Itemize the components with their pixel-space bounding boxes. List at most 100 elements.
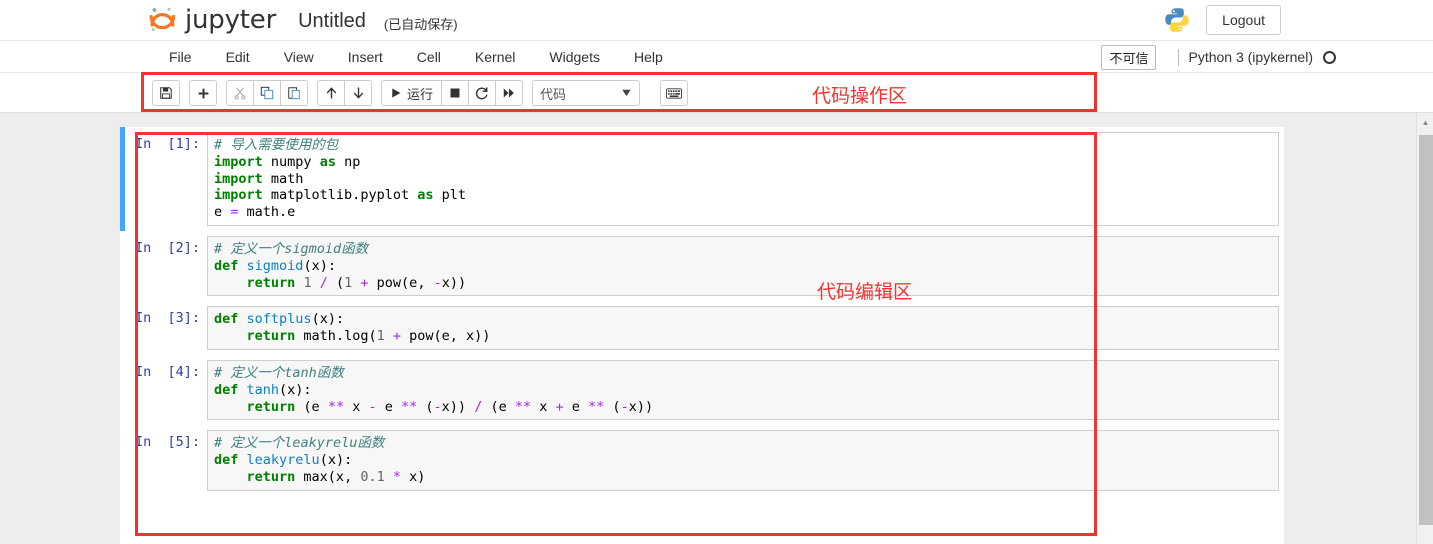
- cell-code-editor[interactable]: def softplus(x): return math.log(1 + pow…: [207, 306, 1279, 350]
- notebook-toolbar: 运行 代码 ▼: [152, 79, 697, 107]
- code-token: (: [417, 399, 433, 415]
- notebook-cell[interactable]: In [1]:# 导入需要使用的包import numpy as npimpor…: [120, 127, 1284, 231]
- toolbar-group-palette: [660, 80, 688, 106]
- brand-name[interactable]: jupyter: [185, 5, 276, 35]
- code-token: max(x,: [295, 469, 360, 485]
- command-palette-button[interactable]: [660, 80, 688, 106]
- menu-item-widgets[interactable]: Widgets: [532, 41, 617, 73]
- cell-code-editor[interactable]: # 定义一个tanh函数def tanh(x): return (e ** x …: [207, 360, 1279, 420]
- code-token: **: [588, 399, 604, 415]
- code-token: sigmoid: [247, 258, 304, 274]
- cell-code-editor[interactable]: # 定义一个leakyrelu函数def leakyrelu(x): retur…: [207, 430, 1279, 490]
- menu-item-cell[interactable]: Cell: [400, 41, 458, 73]
- notebook-cell[interactable]: In [4]:# 定义一个tanh函数def tanh(x): return (…: [120, 355, 1284, 425]
- code-token: [238, 382, 246, 398]
- copy-cell-button[interactable]: [253, 80, 281, 106]
- app-header: jupyter Untitled (已自动保存) Logout: [0, 0, 1433, 41]
- cell-type-select[interactable]: 代码 ▼: [532, 80, 640, 106]
- code-token: [214, 275, 247, 291]
- code-token: # 导入需要使用的包: [214, 137, 338, 153]
- menu-item-help[interactable]: Help: [617, 41, 680, 73]
- play-triangle-icon: [390, 87, 402, 99]
- code-token: math.e: [238, 204, 295, 220]
- code-token: import: [214, 171, 263, 187]
- menu-bar: File Edit View Insert Cell Kernel Widget…: [0, 41, 1433, 73]
- code-token: return: [247, 469, 296, 485]
- menubar-right-area: 不可信 Python 3 (ipykernel): [1101, 41, 1336, 73]
- code-token: -: [434, 275, 442, 291]
- run-button-label: 运行: [407, 84, 433, 103]
- cell-selected-indicator: [120, 127, 125, 231]
- code-token: math.log(: [295, 328, 376, 344]
- code-token: x: [531, 399, 555, 415]
- toolbar-region: 运行 代码 ▼: [0, 73, 1433, 113]
- code-token: **: [328, 399, 344, 415]
- code-token: -: [368, 399, 376, 415]
- code-line: import matplotlib.pyplot as plt: [214, 187, 1274, 204]
- copy-icon: [260, 86, 274, 100]
- cell-code-editor[interactable]: # 导入需要使用的包import numpy as npimport mathi…: [207, 132, 1279, 226]
- code-line: def softplus(x):: [214, 311, 1274, 328]
- fast-forward-icon: [502, 87, 516, 99]
- vertical-scrollbar[interactable]: ▲: [1416, 113, 1433, 544]
- restart-and-run-all-button[interactable]: [495, 80, 523, 106]
- notebook-scroll-container[interactable]: In [1]:# 导入需要使用的包import numpy as npimpor…: [0, 113, 1433, 544]
- code-token: [238, 258, 246, 274]
- logout-button[interactable]: Logout: [1206, 5, 1281, 35]
- move-cell-down-button[interactable]: [344, 80, 372, 106]
- code-token: 1: [303, 275, 311, 291]
- cell-code-editor[interactable]: # 定义一个sigmoid函数def sigmoid(x): return 1 …: [207, 236, 1279, 296]
- code-token: (x):: [303, 258, 336, 274]
- code-line: # 定义一个sigmoid函数: [214, 241, 1274, 258]
- notebook-cell[interactable]: In [5]:# 定义一个leakyrelu函数def leakyrelu(x)…: [120, 425, 1284, 495]
- code-token: math: [263, 171, 304, 187]
- code-line: return (e ** x - e ** (-x)) / (e ** x + …: [214, 399, 1274, 416]
- code-token: def: [214, 382, 238, 398]
- python-logo-icon: [1164, 7, 1190, 33]
- paste-icon: [287, 86, 301, 100]
- jupyter-logo-icon[interactable]: [148, 5, 178, 35]
- stop-square-icon: [449, 87, 461, 99]
- floppy-disk-icon: [159, 86, 173, 100]
- notebook-cell[interactable]: In [2]:# 定义一个sigmoid函数def sigmoid(x): re…: [120, 231, 1284, 301]
- toolbar-group-insert: [189, 80, 217, 106]
- code-token: [385, 469, 393, 485]
- interrupt-kernel-button[interactable]: [441, 80, 469, 106]
- code-line: def leakyrelu(x):: [214, 452, 1274, 469]
- code-token: x)): [442, 399, 475, 415]
- notebook-title[interactable]: Untitled: [298, 7, 366, 33]
- menu-item-view[interactable]: View: [267, 41, 331, 73]
- annotation-label-editor-region: 代码编辑区: [817, 277, 912, 304]
- cut-cell-button[interactable]: [226, 80, 254, 106]
- code-token: (: [328, 275, 344, 291]
- code-token: def: [214, 452, 238, 468]
- code-token: import: [214, 187, 263, 203]
- save-button[interactable]: [152, 80, 180, 106]
- code-line: e = math.e: [214, 204, 1274, 221]
- code-line: return 1 / (1 + pow(e, -x)): [214, 275, 1274, 292]
- menu-item-insert[interactable]: Insert: [331, 41, 400, 73]
- kernel-idle-circle-icon[interactable]: [1323, 51, 1336, 64]
- cell-prompt: In [3]:: [120, 306, 207, 326]
- scrollbar-thumb[interactable]: [1419, 135, 1433, 525]
- paste-cell-button[interactable]: [280, 80, 308, 106]
- run-cell-button[interactable]: 运行: [381, 80, 442, 106]
- toolbar-group-run: 运行: [381, 80, 523, 106]
- menu-item-edit[interactable]: Edit: [209, 41, 267, 73]
- scroll-up-arrow-icon[interactable]: ▲: [1417, 113, 1433, 131]
- chevron-down-icon: ▼: [619, 87, 633, 99]
- header-right-area: Logout: [1164, 3, 1281, 37]
- code-token: (x):: [312, 311, 345, 327]
- menu-item-kernel[interactable]: Kernel: [458, 41, 532, 73]
- code-token: leakyrelu: [247, 452, 320, 468]
- toolbar-group-move: [317, 80, 372, 106]
- trust-status-badge[interactable]: 不可信: [1101, 45, 1156, 70]
- brand-area: jupyter Untitled (已自动保存): [148, 2, 458, 38]
- restart-kernel-button[interactable]: [468, 80, 496, 106]
- code-token: def: [214, 311, 238, 327]
- notebook-cell[interactable]: In [3]:def softplus(x): return math.log(…: [120, 301, 1284, 355]
- insert-cell-below-button[interactable]: [189, 80, 217, 106]
- move-cell-up-button[interactable]: [317, 80, 345, 106]
- menu-item-file[interactable]: File: [152, 41, 209, 73]
- code-token: # 定义一个leakyrelu函数: [214, 435, 384, 451]
